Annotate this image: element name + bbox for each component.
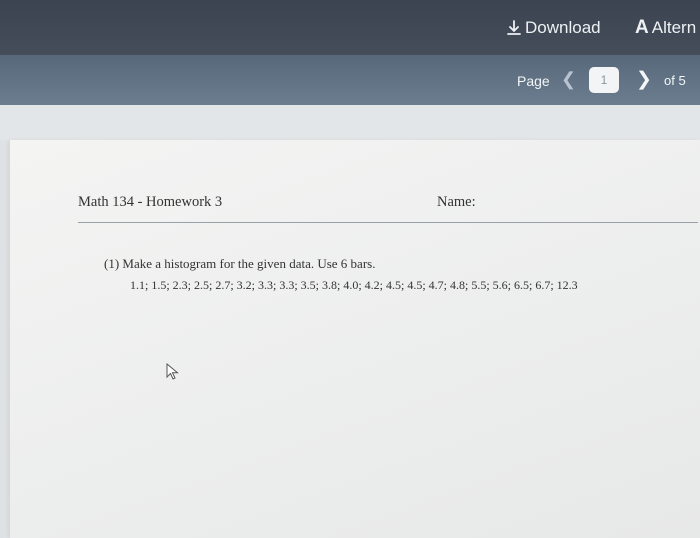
viewer-gutter [0, 105, 700, 140]
viewer-edge [0, 140, 10, 538]
alternative-formats-button[interactable]: A Altern [635, 16, 696, 40]
problem-statement: (1) Make a histogram for the given data.… [104, 256, 376, 271]
page-total: of 5 [664, 73, 686, 88]
problem-data-values: 1.1; 1.5; 2.3; 2.5; 2.7; 3.2; 3.3; 3.3; … [130, 278, 578, 292]
page-number-input[interactable] [589, 67, 619, 93]
alternative-formats-label: Altern [651, 18, 697, 37]
accessibility-a-icon: A [635, 17, 649, 38]
name-label: Name: [437, 194, 476, 210]
download-label: Download [525, 18, 601, 37]
page-label: Page [517, 73, 550, 89]
course-title: Math 134 - Homework 3 [78, 194, 223, 210]
page-navigation-bar: Page ❮ ❯ of 5 [0, 55, 700, 105]
top-toolbar: Download A Altern [0, 0, 700, 55]
header-divider [78, 222, 698, 223]
download-icon [507, 20, 521, 36]
mouse-cursor-icon [166, 362, 180, 386]
chevron-left-icon[interactable]: ❮ [561, 69, 576, 90]
download-button[interactable]: Download [507, 16, 601, 40]
chevron-right-icon[interactable]: ❯ [636, 68, 652, 91]
